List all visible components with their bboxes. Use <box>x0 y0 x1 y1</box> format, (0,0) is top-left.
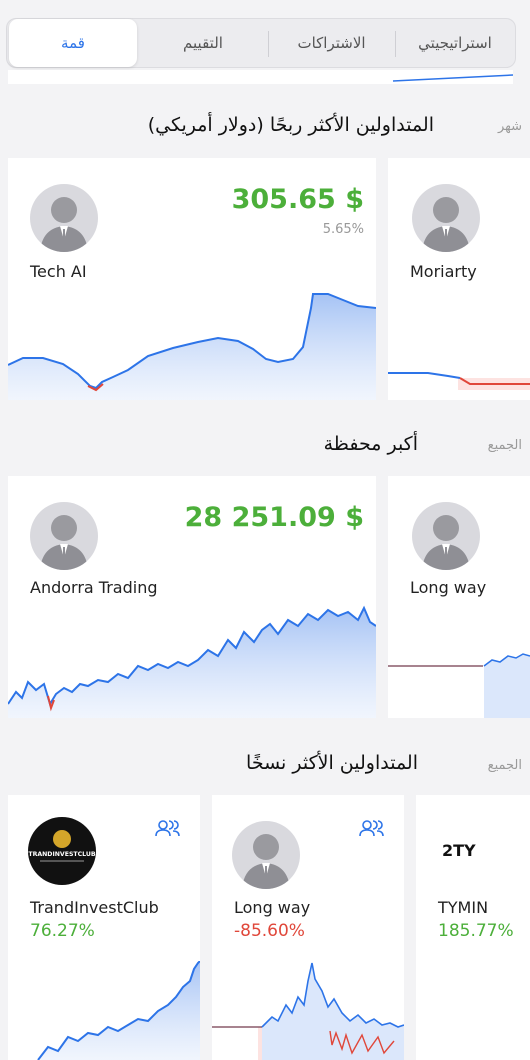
trader-card-long-way-copied[interactable]: Long way -85.60% <box>212 795 404 1060</box>
tab-divider <box>395 31 396 57</box>
segmented-tabs: استراتيجيتي الاشتراكات التقييم قمة <box>6 18 516 68</box>
person-icon <box>242 834 290 889</box>
scrolled-chart-edge <box>392 74 513 82</box>
profit-amount: 305.65 $ <box>231 184 364 215</box>
logo-text: TRANDINVESTCLUB <box>28 851 96 858</box>
see-all-link[interactable]: الجميع <box>488 438 522 453</box>
person-icon <box>422 515 470 570</box>
trader-name: Long way <box>410 578 487 597</box>
trader-card-tymin[interactable]: 2TY TYMIN 185.77% <box>416 795 530 1060</box>
copy-return: 76.27% <box>30 921 95 941</box>
trader-name: Moriarty <box>410 262 477 281</box>
profit-percent: 5.65% <box>322 222 364 237</box>
copy-return: -85.60% <box>234 921 305 941</box>
avatar <box>30 502 98 570</box>
section-title-most-profitable: المتداولين الأكثر ربحًا (دولار أمريكي) <box>147 114 434 136</box>
copiers-icon <box>154 819 182 843</box>
trader-name: Long way <box>234 898 311 917</box>
tab-my-strategy[interactable]: استراتيجيتي <box>395 19 515 67</box>
copy-return: 185.77% <box>438 921 514 941</box>
trader-card-andorra-trading[interactable]: Andorra Trading 28 251.09 $ <box>8 476 376 718</box>
performance-chart <box>8 293 376 400</box>
trader-name: Andorra Trading <box>30 578 158 597</box>
tab-top[interactable]: قمة <box>9 19 137 67</box>
section-title-biggest-portfolio: أكبر محفظة <box>323 433 418 455</box>
period-link-month[interactable]: شهر <box>498 119 522 134</box>
trader-name: TYMIN <box>438 898 489 917</box>
trader-logo: TRANDINVESTCLUB <box>28 817 96 885</box>
club-logo-icon: TRANDINVESTCLUB <box>28 830 96 862</box>
person-icon <box>422 197 470 252</box>
trader-card-long-way[interactable]: Long way <box>388 476 530 718</box>
trader-name: Tech AI <box>30 262 87 281</box>
avatar <box>232 821 300 889</box>
performance-chart <box>388 653 530 718</box>
see-all-link[interactable]: الجميع <box>488 758 522 773</box>
section-title-most-copied: المتداولين الأكثر نسخًا <box>246 752 418 774</box>
trader-card-moriarty[interactable]: Moriarty <box>388 158 530 400</box>
performance-chart <box>388 372 530 390</box>
trader-name: TrandInvestClub <box>30 898 159 917</box>
person-icon <box>40 515 88 570</box>
copiers-icon <box>358 819 386 843</box>
scrolled-card-edge <box>8 70 513 84</box>
avatar <box>412 502 480 570</box>
performance-chart <box>37 961 200 1060</box>
person-icon <box>40 197 88 252</box>
tab-subscriptions[interactable]: الاشتراكات <box>269 19 394 67</box>
performance-chart <box>8 605 376 718</box>
trader-logo-text: 2TY <box>442 841 476 860</box>
avatar <box>412 184 480 252</box>
trader-card-trandinvestclub[interactable]: TRANDINVESTCLUB TrandInvestClub 76.27% <box>8 795 200 1060</box>
trader-card-tech-ai[interactable]: Tech AI 305.65 $ 5.65% <box>8 158 376 400</box>
avatar <box>30 184 98 252</box>
portfolio-amount: 28 251.09 $ <box>184 502 364 533</box>
tab-rating[interactable]: التقييم <box>139 19 267 67</box>
tab-divider <box>268 31 269 57</box>
performance-chart <box>212 962 404 1060</box>
